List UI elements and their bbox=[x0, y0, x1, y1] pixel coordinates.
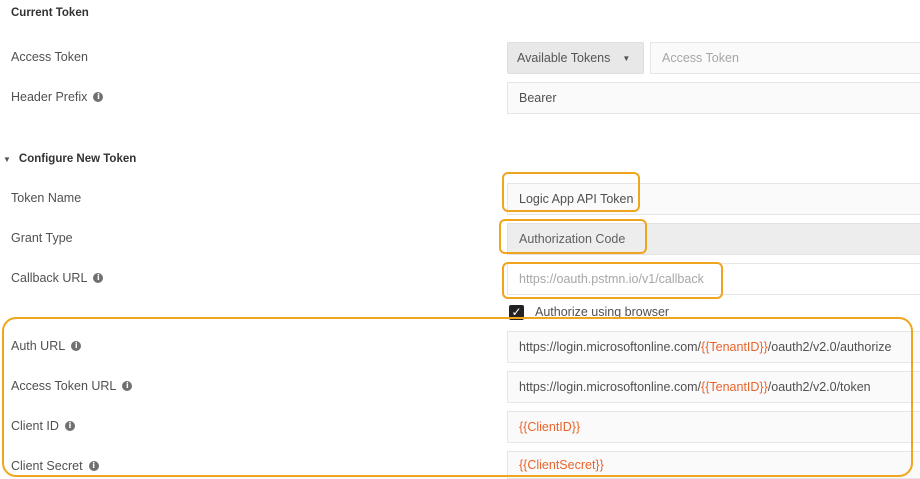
client-id-label: Client ID i bbox=[11, 419, 75, 433]
access-token-input[interactable]: Access Token bbox=[650, 42, 920, 74]
auth-url-input[interactable]: https://login.microsoftonline.com/{{Tena… bbox=[507, 331, 920, 363]
info-icon[interactable]: i bbox=[93, 92, 104, 102]
grant-type-label: Grant Type bbox=[11, 231, 73, 245]
info-icon[interactable]: i bbox=[122, 381, 133, 391]
header-prefix-label: Header Prefix i bbox=[11, 90, 104, 104]
grant-type-select[interactable]: Authorization Code bbox=[507, 223, 920, 255]
current-token-heading: Current Token bbox=[11, 7, 89, 19]
available-tokens-dropdown[interactable]: Available Tokens ▼ bbox=[507, 42, 644, 74]
client-secret-label: Client Secret i bbox=[11, 459, 99, 473]
token-name-label: Token Name bbox=[11, 191, 82, 205]
configure-new-token-toggle[interactable]: ▼ Configure New Token bbox=[3, 153, 136, 165]
client-id-input[interactable]: {{ClientID}} bbox=[507, 411, 920, 443]
info-icon[interactable]: i bbox=[64, 421, 75, 431]
header-prefix-input[interactable]: Bearer bbox=[507, 82, 920, 114]
access-token-label: Access Token bbox=[11, 50, 88, 64]
auth-url-label: Auth URL i bbox=[11, 339, 82, 353]
authorize-browser-label: Authorize using browser bbox=[535, 305, 670, 319]
access-token-url-label: Access Token URL i bbox=[11, 379, 133, 393]
callback-url-input[interactable]: https://oauth.pstmn.io/v1/callback bbox=[507, 263, 920, 295]
client-secret-input[interactable]: {{ClientSecret}} bbox=[507, 451, 920, 479]
token-name-input[interactable]: Logic App API Token bbox=[507, 183, 920, 215]
info-icon[interactable]: i bbox=[71, 341, 82, 351]
callback-url-label: Callback URL i bbox=[11, 271, 104, 285]
info-icon[interactable]: i bbox=[93, 273, 104, 283]
authorize-browser-checkbox[interactable]: ✓ bbox=[509, 305, 524, 320]
triangle-down-icon: ▼ bbox=[3, 154, 11, 164]
info-icon[interactable]: i bbox=[88, 461, 99, 471]
access-token-url-input[interactable]: https://login.microsoftonline.com/{{Tena… bbox=[507, 371, 920, 403]
check-icon: ✓ bbox=[511, 305, 522, 319]
caret-down-icon: ▼ bbox=[622, 53, 631, 63]
